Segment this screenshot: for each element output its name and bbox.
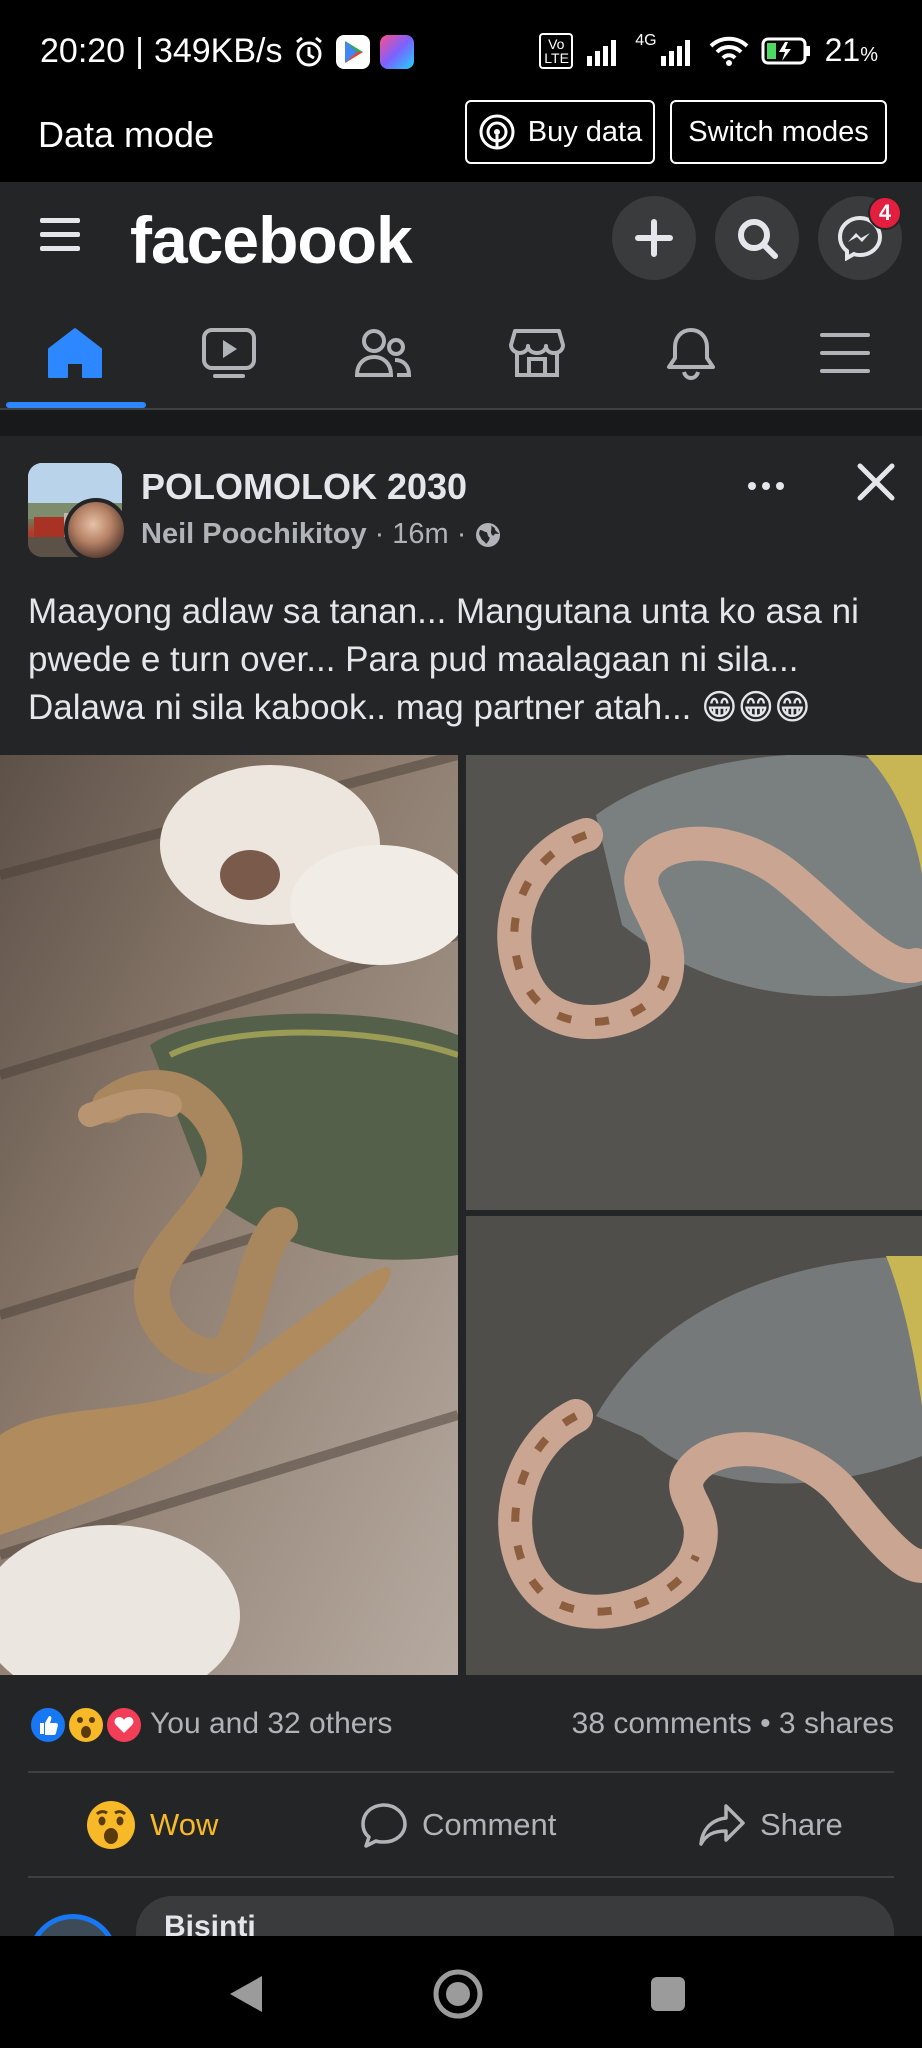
- reactions-summary[interactable]: You and 32 others: [150, 1707, 392, 1741]
- divider: [28, 1771, 894, 1773]
- search-button[interactable]: [715, 196, 799, 280]
- author-avatar[interactable]: [64, 498, 128, 562]
- tab-video[interactable]: [154, 300, 304, 406]
- react-button[interactable]: Wow: [86, 1775, 218, 1875]
- marketplace-icon: [509, 329, 565, 377]
- bell-icon: [667, 328, 715, 380]
- like-reaction-icon: [28, 1705, 68, 1745]
- wow-emoji-icon: [87, 1801, 135, 1849]
- post-meta: Neil Poochikitoy · 16m ·: [141, 518, 502, 551]
- post-photo-2[interactable]: [466, 755, 922, 1210]
- post-photo-3[interactable]: [466, 1216, 922, 1675]
- author-name[interactable]: Neil Poochikitoy: [141, 518, 367, 551]
- post-text: Maayong adlaw sa tanan... Mangutana unta…: [28, 592, 859, 727]
- plus-icon: [635, 219, 673, 257]
- divider: [28, 1876, 894, 1878]
- status-time: 20:20: [40, 32, 126, 70]
- commenter-avatar[interactable]: [28, 1914, 118, 1936]
- battery-level: 21%: [824, 32, 878, 68]
- comment-button[interactable]: Comment: [360, 1775, 556, 1875]
- search-icon: [738, 219, 778, 259]
- wifi-icon: [709, 36, 748, 66]
- data-mode-label: Data mode: [38, 114, 215, 155]
- engagement-counts[interactable]: 38 comments • 3 shares: [572, 1707, 894, 1741]
- friends-icon: [354, 329, 412, 377]
- system-navigation-bar: [0, 1936, 922, 2048]
- react-label: Wow: [150, 1807, 219, 1842]
- tab-marketplace[interactable]: [462, 300, 612, 406]
- switch-modes-label: Switch modes: [688, 115, 869, 148]
- love-reaction-icon: [104, 1705, 144, 1745]
- status-separator: |: [135, 32, 144, 70]
- meta-separator-2: ·: [456, 518, 467, 550]
- broadcast-icon: [479, 114, 515, 150]
- comment-preview[interactable]: Bisinti: [0, 1880, 922, 1936]
- hide-post-button[interactable]: [852, 458, 900, 506]
- tab-friends[interactable]: [308, 300, 458, 406]
- reactions-row[interactable]: You and 32 others 38 comments • 3 shares: [0, 1695, 922, 1755]
- comment-icon: [361, 1803, 407, 1848]
- reaction-icons: [28, 1705, 146, 1745]
- post-time[interactable]: 16m: [392, 518, 448, 551]
- globe-icon: [476, 522, 501, 547]
- share-icon: [699, 1804, 745, 1846]
- buy-data-label: Buy data: [527, 115, 643, 148]
- app-shortcut-icon: [380, 34, 415, 69]
- battery-icon: [761, 37, 810, 64]
- home-button[interactable]: [430, 1966, 486, 2022]
- post-actions: Wow Comment Share: [0, 1775, 922, 1875]
- alarm-icon: [296, 36, 323, 66]
- switch-modes-button[interactable]: Switch modes: [670, 100, 887, 164]
- status-bar: 20:20 | 349KB/s Vo LTE 4G 21%: [0, 0, 922, 100]
- play-store-icon: [336, 34, 371, 69]
- share-label: Share: [760, 1807, 843, 1842]
- video-icon: [202, 328, 256, 378]
- feed-separator: [0, 410, 922, 436]
- meta-separator: ·: [374, 518, 385, 550]
- status-speed: 349KB/s: [153, 32, 283, 70]
- app-header: facebook: [0, 182, 922, 300]
- recents-icon: [651, 1977, 685, 2011]
- volte-icon: Vo LTE: [539, 32, 574, 69]
- network-type: 4G: [635, 32, 657, 49]
- home-icon: [48, 328, 102, 378]
- counts-separator: •: [760, 1707, 771, 1740]
- wow-reaction-icon: [66, 1705, 106, 1745]
- group-name[interactable]: POLOMOLOK 2030: [141, 466, 467, 508]
- facebook-logo: facebook: [130, 203, 413, 277]
- nav-tabs: [0, 300, 922, 410]
- menu-icon: [820, 333, 870, 373]
- comment-label: Comment: [422, 1807, 557, 1842]
- messenger-badge: 4: [868, 196, 902, 230]
- recents-button[interactable]: [640, 1966, 696, 2022]
- more-options-button[interactable]: [740, 466, 792, 506]
- post-photo-1[interactable]: [0, 755, 458, 1675]
- data-mode-bar: Data mode Buy data Switch modes: [0, 100, 922, 182]
- active-tab-indicator: [6, 402, 146, 408]
- close-icon: [857, 463, 895, 501]
- comments-count[interactable]: 38 comments: [572, 1707, 752, 1740]
- status-left: 20:20 | 349KB/s: [40, 32, 415, 71]
- buy-data-button[interactable]: Buy data: [465, 100, 655, 164]
- back-button[interactable]: [218, 1966, 274, 2022]
- shares-count[interactable]: 3 shares: [779, 1707, 894, 1740]
- create-button[interactable]: [612, 196, 696, 280]
- share-button[interactable]: Share: [698, 1775, 843, 1875]
- tab-notifications[interactable]: [616, 300, 766, 406]
- back-icon: [230, 1976, 262, 2012]
- commenter-name[interactable]: Bisinti: [164, 1910, 256, 1936]
- signal-icon: [587, 39, 617, 66]
- tab-home[interactable]: [0, 300, 150, 406]
- menu-icon[interactable]: [40, 218, 80, 254]
- tab-menu[interactable]: [770, 300, 920, 406]
- home-circle-icon: [433, 1969, 483, 2019]
- status-right: Vo LTE 4G 21%: [539, 32, 878, 69]
- signal-icon-2: [660, 39, 690, 66]
